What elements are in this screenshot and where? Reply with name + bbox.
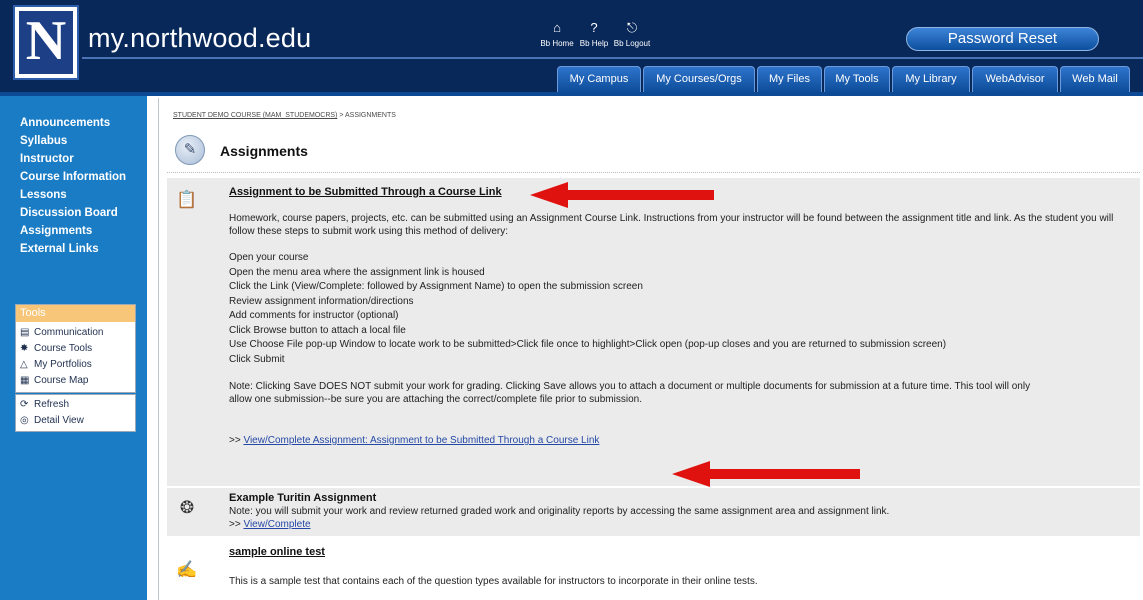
assignment-steps: Open your course Open the menu area wher… bbox=[229, 251, 1130, 367]
turnitin-title[interactable]: Example Turitin Assignment bbox=[229, 492, 1130, 505]
assignment-item-online-test: ✍ sample online test This is a sample te… bbox=[167, 540, 1140, 600]
tools-title: Tools bbox=[16, 305, 135, 322]
tools-panel: Tools ▤ Communication ✸ Course Tools △ My P… bbox=[15, 304, 136, 393]
northwood-logo[interactable]: N bbox=[13, 5, 79, 80]
detail-view-button[interactable]: ◎ Detail View bbox=[16, 413, 135, 429]
header: N my.northwood.edu ⌂ Bb Home ? Bb Help ⎋… bbox=[0, 0, 1143, 92]
refresh-icon: ⟳ bbox=[20, 399, 29, 410]
course-sidebar: Announcements Syllabus Instructor Course… bbox=[0, 96, 147, 600]
breadcrumb-current: ASSIGNMENTS bbox=[344, 112, 396, 119]
annotation-arrow-shape bbox=[530, 182, 714, 208]
detail-view-icon: ◎ bbox=[20, 415, 29, 426]
password-reset-button[interactable]: Password Reset bbox=[906, 27, 1099, 51]
breadcrumb-separator: > bbox=[337, 112, 345, 119]
assignments-icon: ✎ bbox=[175, 135, 205, 165]
turnitin-note: Note: you will submit your work and revi… bbox=[229, 506, 890, 517]
tool-course-map[interactable]: ▦ Course Map bbox=[16, 373, 135, 389]
detail-view-label: Detail View bbox=[34, 415, 84, 426]
tab-my-tools[interactable]: My Tools bbox=[824, 66, 890, 92]
tool-my-portfolios-label: My Portfolios bbox=[34, 359, 92, 370]
tab-my-files[interactable]: My Files bbox=[757, 66, 822, 92]
step-item: Use Choose File pop-up Window to locate … bbox=[229, 339, 947, 350]
assignment-intro: Homework, course papers, projects, etc. … bbox=[229, 213, 1114, 237]
turnitin-link-row: >> View/Complete bbox=[229, 518, 1130, 531]
page-title-bar: ✎ Assignments bbox=[167, 127, 1140, 173]
tool-course-map-label: Course Map bbox=[34, 375, 89, 386]
assignment-item-turnitin: ❂ Example Turitin Assignment Note: you w… bbox=[167, 488, 1140, 536]
refresh-button[interactable]: ⟳ Refresh bbox=[16, 397, 135, 413]
tab-web-mail[interactable]: Web Mail bbox=[1060, 66, 1130, 92]
tools-icon: ✸ bbox=[20, 343, 29, 354]
assignment-link-row: >> View/Complete Assignment: Assignment … bbox=[229, 434, 1130, 447]
step-item: Click Browse button to attach a local fi… bbox=[229, 324, 406, 336]
tab-webadvisor[interactable]: WebAdvisor bbox=[972, 66, 1058, 92]
refresh-label: Refresh bbox=[34, 399, 70, 410]
step-item: Click Submit bbox=[229, 353, 285, 365]
sidebar-item-lessons[interactable]: Lessons bbox=[20, 186, 146, 204]
online-test-description: This is a sample test that contains each… bbox=[229, 576, 758, 587]
tool-communication[interactable]: ▤ Communication bbox=[16, 325, 135, 341]
clipboard-icon: 📋 bbox=[176, 190, 198, 209]
bb-logout-label: Bb Logout bbox=[613, 39, 651, 48]
breadcrumb-course-link[interactable]: STUDENT DEMO COURSE (MAM_STUDEMOCRS) bbox=[173, 112, 337, 119]
tool-my-portfolios[interactable]: △ My Portfolios bbox=[16, 357, 135, 373]
assignment-item-course-link: 📋 Assignment to be Submitted Through a C… bbox=[167, 178, 1140, 486]
step-item: Open your course bbox=[229, 252, 309, 263]
site-name: my.northwood.edu bbox=[88, 23, 312, 53]
sidebar-item-instructor[interactable]: Instructor bbox=[20, 150, 146, 168]
breadcrumb: STUDENT DEMO COURSE (MAM_STUDEMOCRS) > A… bbox=[173, 112, 396, 119]
view-panel: ⟳ Refresh ◎ Detail View bbox=[15, 394, 136, 432]
portfolio-icon: △ bbox=[20, 359, 28, 370]
course-menu: Announcements Syllabus Instructor Course… bbox=[20, 114, 146, 258]
online-test-title[interactable]: sample online test bbox=[229, 546, 1130, 559]
bb-help-label: Bb Help bbox=[579, 39, 609, 48]
turnitin-view-complete-link[interactable]: View/Complete bbox=[243, 519, 310, 530]
sidebar-item-discussion-board[interactable]: Discussion Board bbox=[20, 204, 146, 222]
tool-course-tools[interactable]: ✸ Course Tools bbox=[16, 341, 135, 357]
logout-icon: ⎋ bbox=[626, 20, 638, 35]
sidebar-item-external-links[interactable]: External Links bbox=[20, 240, 146, 258]
sidebar-item-announcements[interactable]: Announcements bbox=[20, 114, 146, 132]
communication-icon: ▤ bbox=[20, 327, 30, 338]
header-band bbox=[0, 92, 1143, 96]
step-item: Open the menu area where the assignment … bbox=[229, 266, 485, 278]
link-prefix: >> bbox=[229, 435, 244, 446]
logo-letter: N bbox=[25, 10, 67, 72]
assignment-note: Note: Clicking Save DOES NOT submit your… bbox=[229, 381, 1031, 405]
tab-my-campus[interactable]: My Campus bbox=[557, 66, 641, 92]
sidebar-item-course-information[interactable]: Course Information bbox=[20, 168, 146, 186]
bb-logout-link[interactable]: ⎋ Bb Logout bbox=[610, 17, 654, 48]
sidebar-item-assignments[interactable]: Assignments bbox=[20, 222, 146, 240]
turnitin-icon: ❂ bbox=[179, 498, 195, 517]
step-item: Click the Link (View/Complete: followed … bbox=[229, 281, 643, 292]
page-title: Assignments bbox=[220, 143, 308, 159]
sidebar-item-syllabus[interactable]: Syllabus bbox=[20, 132, 146, 150]
annotation-arrow-title bbox=[530, 182, 714, 208]
annotation-arrow-link bbox=[672, 461, 860, 487]
bb-home-label: Bb Home bbox=[540, 39, 574, 48]
view-complete-assignment-link[interactable]: View/Complete Assignment: Assignment to … bbox=[243, 435, 599, 446]
link-prefix: >> bbox=[229, 519, 244, 530]
tool-course-tools-label: Course Tools bbox=[34, 343, 93, 354]
tool-communication-label: Communication bbox=[34, 327, 104, 338]
tab-my-library[interactable]: My Library bbox=[892, 66, 970, 92]
tab-bar: My Campus My Courses/Orgs My Files My To… bbox=[557, 66, 1130, 92]
test-icon: ✍ bbox=[176, 560, 198, 579]
step-item: Add comments for instructor (optional) bbox=[229, 310, 399, 321]
annotation-arrow-shape bbox=[672, 461, 860, 487]
content-frame: STUDENT DEMO COURSE (MAM_STUDEMOCRS) > A… bbox=[158, 98, 1143, 600]
map-icon: ▦ bbox=[20, 375, 30, 386]
tab-my-courses-orgs[interactable]: My Courses/Orgs bbox=[643, 66, 755, 92]
step-item: Review assignment information/directions bbox=[229, 295, 414, 307]
header-divider bbox=[82, 57, 1143, 59]
